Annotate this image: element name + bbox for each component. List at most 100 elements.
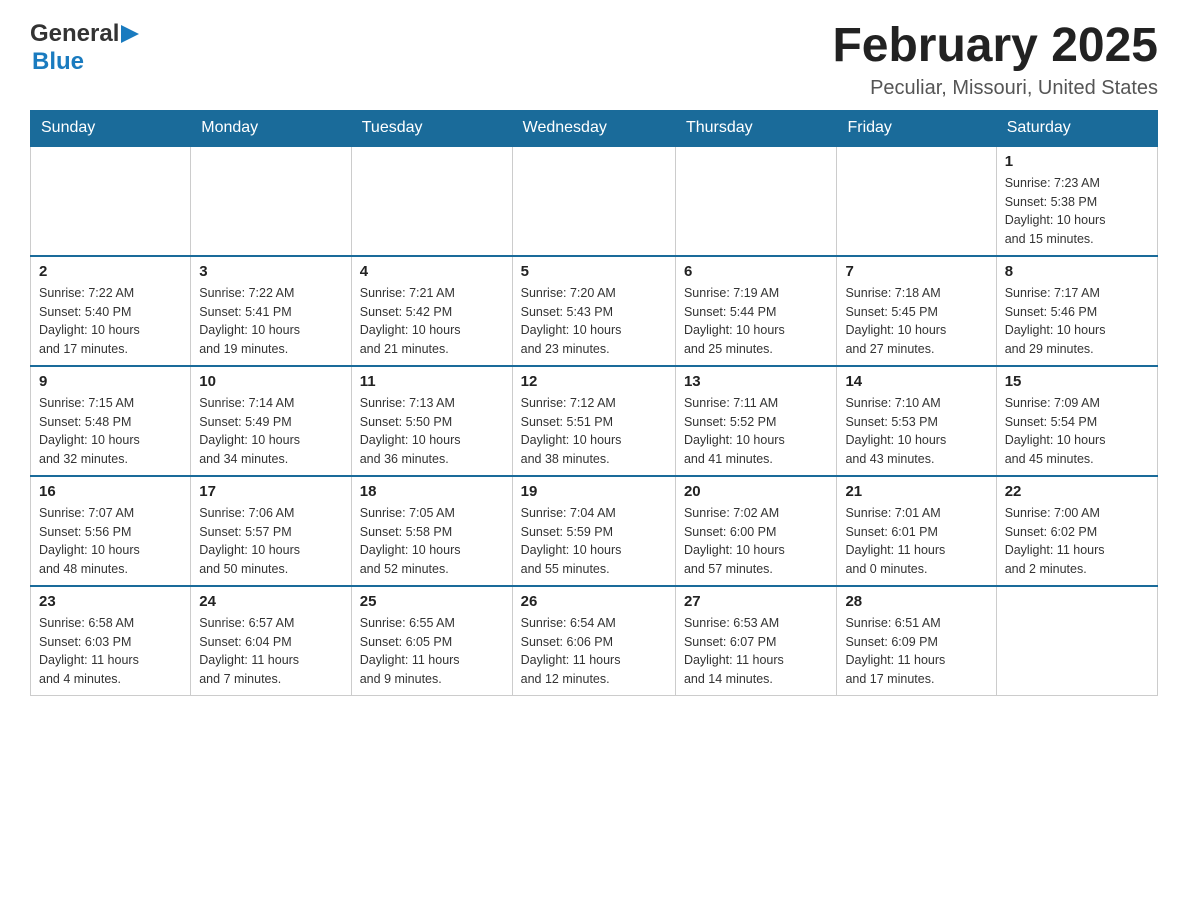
calendar-day-cell: 5 Sunrise: 7:20 AMSunset: 5:43 PMDaylight… bbox=[512, 256, 675, 366]
day-info: Sunrise: 6:51 AMSunset: 6:09 PMDaylight:… bbox=[845, 614, 987, 689]
calendar-day-cell: 20Sunrise: 7:02 AMSunset: 6:00 PMDayligh… bbox=[675, 476, 837, 586]
day-number: 23 bbox=[39, 593, 182, 610]
calendar-day-cell: 4 Sunrise: 7:21 AMSunset: 5:42 PMDaylight… bbox=[351, 256, 512, 366]
day-number: 15 bbox=[1005, 373, 1149, 390]
day-number: 25 bbox=[360, 593, 504, 610]
calendar-day-cell: 27 Sunrise: 6:53 AMSunset: 6:07 PMDayligh… bbox=[675, 586, 837, 696]
day-number: 6 bbox=[684, 263, 829, 280]
calendar-week-row: 16Sunrise: 7:07 AMSunset: 5:56 PMDayligh… bbox=[31, 476, 1158, 586]
day-of-week-header: Monday bbox=[191, 110, 352, 146]
day-info: Sunrise: 7:22 AMSunset: 5:41 PMDaylight:… bbox=[199, 284, 343, 359]
calendar-header-row: SundayMondayTuesdayWednesdayThursdayFrid… bbox=[31, 110, 1158, 146]
day-info: Sunrise: 7:18 AMSunset: 5:45 PMDaylight:… bbox=[845, 284, 987, 359]
logo-general-text: General bbox=[30, 20, 119, 48]
calendar-day-cell: 15 Sunrise: 7:09 AMSunset: 5:54 PMDayligh… bbox=[996, 366, 1157, 476]
day-of-week-header: Wednesday bbox=[512, 110, 675, 146]
calendar-table: SundayMondayTuesdayWednesdayThursdayFrid… bbox=[30, 110, 1158, 696]
day-number: 10 bbox=[199, 373, 343, 390]
day-info: Sunrise: 7:01 AMSunset: 6:01 PMDaylight:… bbox=[845, 504, 987, 579]
calendar-day-cell: 18 Sunrise: 7:05 AMSunset: 5:58 PMDayligh… bbox=[351, 476, 512, 586]
day-number: 8 bbox=[1005, 263, 1149, 280]
page-header: General Blue February 2025 Peculiar, Mis… bbox=[30, 20, 1158, 100]
day-of-week-header: Friday bbox=[837, 110, 996, 146]
day-info: Sunrise: 7:09 AMSunset: 5:54 PMDaylight:… bbox=[1005, 394, 1149, 469]
calendar-week-row: 9Sunrise: 7:15 AMSunset: 5:48 PMDaylight… bbox=[31, 366, 1158, 476]
calendar-day-cell bbox=[512, 146, 675, 256]
day-info: Sunrise: 7:17 AMSunset: 5:46 PMDaylight:… bbox=[1005, 284, 1149, 359]
calendar-day-cell: 26 Sunrise: 6:54 AMSunset: 6:06 PMDayligh… bbox=[512, 586, 675, 696]
day-info: Sunrise: 7:11 AMSunset: 5:52 PMDaylight:… bbox=[684, 394, 829, 469]
calendar-day-cell: 28Sunrise: 6:51 AMSunset: 6:09 PMDayligh… bbox=[837, 586, 996, 696]
calendar-week-row: 2Sunrise: 7:22 AMSunset: 5:40 PMDaylight… bbox=[31, 256, 1158, 366]
calendar-week-row: 23 Sunrise: 6:58 AMSunset: 6:03 PMDayligh… bbox=[31, 586, 1158, 696]
calendar-day-cell: 10 Sunrise: 7:14 AMSunset: 5:49 PMDayligh… bbox=[191, 366, 352, 476]
logo-blue-text: Blue bbox=[32, 48, 84, 75]
day-info: Sunrise: 7:14 AMSunset: 5:49 PMDaylight:… bbox=[199, 394, 343, 469]
day-of-week-header: Sunday bbox=[31, 110, 191, 146]
calendar-day-cell: 13Sunrise: 7:11 AMSunset: 5:52 PMDayligh… bbox=[675, 366, 837, 476]
day-of-week-header: Saturday bbox=[996, 110, 1157, 146]
day-info: Sunrise: 7:06 AMSunset: 5:57 PMDaylight:… bbox=[199, 504, 343, 579]
day-number: 27 bbox=[684, 593, 829, 610]
month-title: February 2025 bbox=[832, 20, 1158, 73]
logo-arrow-icon bbox=[121, 25, 139, 43]
calendar-day-cell bbox=[31, 146, 191, 256]
calendar-day-cell: 17Sunrise: 7:06 AMSunset: 5:57 PMDayligh… bbox=[191, 476, 352, 586]
day-number: 2 bbox=[39, 263, 182, 280]
day-number: 12 bbox=[521, 373, 667, 390]
calendar-day-cell bbox=[837, 146, 996, 256]
day-number: 21 bbox=[845, 483, 987, 500]
calendar-day-cell: 9Sunrise: 7:15 AMSunset: 5:48 PMDaylight… bbox=[31, 366, 191, 476]
day-number: 26 bbox=[521, 593, 667, 610]
day-info: Sunrise: 6:55 AMSunset: 6:05 PMDaylight:… bbox=[360, 614, 504, 689]
day-number: 11 bbox=[360, 373, 504, 390]
calendar-day-cell: 12 Sunrise: 7:12 AMSunset: 5:51 PMDayligh… bbox=[512, 366, 675, 476]
calendar-day-cell bbox=[191, 146, 352, 256]
calendar-week-row: 1 Sunrise: 7:23 AMSunset: 5:38 PMDaylight… bbox=[31, 146, 1158, 256]
calendar-day-cell bbox=[996, 586, 1157, 696]
calendar-day-cell: 3 Sunrise: 7:22 AMSunset: 5:41 PMDaylight… bbox=[191, 256, 352, 366]
day-number: 14 bbox=[845, 373, 987, 390]
day-number: 18 bbox=[360, 483, 504, 500]
day-info: Sunrise: 7:05 AMSunset: 5:58 PMDaylight:… bbox=[360, 504, 504, 579]
calendar-day-cell bbox=[675, 146, 837, 256]
location-subtitle: Peculiar, Missouri, United States bbox=[832, 77, 1158, 100]
day-info: Sunrise: 7:23 AMSunset: 5:38 PMDaylight:… bbox=[1005, 174, 1149, 249]
calendar-day-cell: 23 Sunrise: 6:58 AMSunset: 6:03 PMDayligh… bbox=[31, 586, 191, 696]
day-info: Sunrise: 7:19 AMSunset: 5:44 PMDaylight:… bbox=[684, 284, 829, 359]
day-info: Sunrise: 7:15 AMSunset: 5:48 PMDaylight:… bbox=[39, 394, 182, 469]
calendar-day-cell: 11 Sunrise: 7:13 AMSunset: 5:50 PMDayligh… bbox=[351, 366, 512, 476]
day-info: Sunrise: 6:58 AMSunset: 6:03 PMDaylight:… bbox=[39, 614, 182, 689]
day-info: Sunrise: 7:10 AMSunset: 5:53 PMDaylight:… bbox=[845, 394, 987, 469]
calendar-day-cell: 21 Sunrise: 7:01 AMSunset: 6:01 PMDayligh… bbox=[837, 476, 996, 586]
day-info: Sunrise: 7:13 AMSunset: 5:50 PMDaylight:… bbox=[360, 394, 504, 469]
title-area: February 2025 Peculiar, Missouri, United… bbox=[832, 20, 1158, 100]
day-number: 4 bbox=[360, 263, 504, 280]
day-info: Sunrise: 6:53 AMSunset: 6:07 PMDaylight:… bbox=[684, 614, 829, 689]
calendar-day-cell: 19Sunrise: 7:04 AMSunset: 5:59 PMDayligh… bbox=[512, 476, 675, 586]
logo: General Blue bbox=[30, 20, 139, 76]
day-number: 7 bbox=[845, 263, 987, 280]
day-info: Sunrise: 6:57 AMSunset: 6:04 PMDaylight:… bbox=[199, 614, 343, 689]
day-number: 24 bbox=[199, 593, 343, 610]
day-info: Sunrise: 7:07 AMSunset: 5:56 PMDaylight:… bbox=[39, 504, 182, 579]
day-info: Sunrise: 7:20 AMSunset: 5:43 PMDaylight:… bbox=[521, 284, 667, 359]
day-number: 1 bbox=[1005, 153, 1149, 170]
day-number: 19 bbox=[521, 483, 667, 500]
day-of-week-header: Tuesday bbox=[351, 110, 512, 146]
day-number: 20 bbox=[684, 483, 829, 500]
day-number: 5 bbox=[521, 263, 667, 280]
calendar-day-cell: 6 Sunrise: 7:19 AMSunset: 5:44 PMDaylight… bbox=[675, 256, 837, 366]
day-of-week-header: Thursday bbox=[675, 110, 837, 146]
calendar-day-cell: 22Sunrise: 7:00 AMSunset: 6:02 PMDayligh… bbox=[996, 476, 1157, 586]
calendar-day-cell: 7 Sunrise: 7:18 AMSunset: 5:45 PMDaylight… bbox=[837, 256, 996, 366]
day-number: 22 bbox=[1005, 483, 1149, 500]
day-info: Sunrise: 7:12 AMSunset: 5:51 PMDaylight:… bbox=[521, 394, 667, 469]
calendar-day-cell: 8 Sunrise: 7:17 AMSunset: 5:46 PMDaylight… bbox=[996, 256, 1157, 366]
day-info: Sunrise: 7:21 AMSunset: 5:42 PMDaylight:… bbox=[360, 284, 504, 359]
calendar-day-cell: 14 Sunrise: 7:10 AMSunset: 5:53 PMDayligh… bbox=[837, 366, 996, 476]
calendar-day-cell bbox=[351, 146, 512, 256]
day-number: 3 bbox=[199, 263, 343, 280]
day-info: Sunrise: 6:54 AMSunset: 6:06 PMDaylight:… bbox=[521, 614, 667, 689]
calendar-day-cell: 24 Sunrise: 6:57 AMSunset: 6:04 PMDayligh… bbox=[191, 586, 352, 696]
